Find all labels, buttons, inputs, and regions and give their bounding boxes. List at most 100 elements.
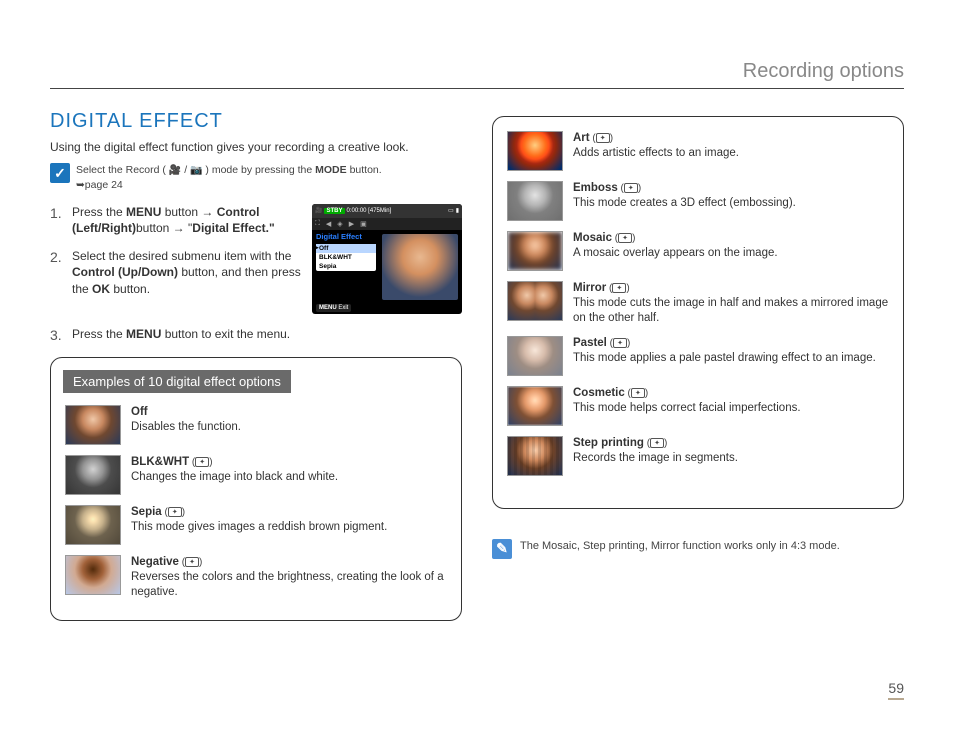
effect-text: Pastel (✦)This mode applies a pale paste… — [573, 336, 889, 366]
tab-icon: ▣ — [360, 220, 367, 228]
mode-word: MODE — [315, 164, 347, 176]
effect-thumbnail — [507, 131, 563, 171]
effect-desc: Adds artistic effects to an image. — [573, 147, 739, 159]
effect-thumbnail — [65, 505, 121, 545]
effect-icon-paren: (✦) — [590, 133, 613, 144]
effect-name: Mirror — [573, 282, 606, 294]
effect-mode-icon: ✦ — [613, 338, 627, 348]
effect-desc: Reverses the colors and the brightness, … — [131, 571, 444, 598]
lcd-tabbar: ⛶ ◀ ◈ ▶ ▣ — [312, 218, 462, 230]
stby-badge: STBY — [324, 208, 344, 214]
effect-pastel: Pastel (✦)This mode applies a pale paste… — [507, 336, 889, 376]
effect-name: Step printing — [573, 437, 644, 449]
effect-icon-paren: (✦) — [618, 183, 641, 194]
effect-mode-icon: ✦ — [185, 557, 199, 567]
examples-header: Examples of 10 digital effect options — [63, 370, 291, 393]
section-title: DIGITAL EFFECT — [50, 110, 462, 133]
effect-text: Art (✦) Adds artistic effects to an image… — [573, 131, 889, 161]
thumb-inner — [66, 506, 120, 544]
step-num: 1. — [50, 204, 64, 223]
lcd-option-bw: BLK&WHT — [316, 253, 376, 262]
tip-text: Select the Record ( 🎥 / 📷 ) mode by pres… — [76, 163, 382, 192]
lcd-statusbar: 🎥 STBY 0:00:00 [475Min] ▭ ▮ — [312, 204, 462, 218]
effect-mosaic: Mosaic (✦)A mosaic overlay appears on th… — [507, 231, 889, 271]
step-3: 3. Press the MENU button to exit the men… — [50, 326, 462, 345]
mirror-half — [535, 282, 562, 320]
tip-after: button. — [350, 164, 382, 176]
effect-mode-icon: ✦ — [596, 133, 610, 143]
effect-desc: Disables the function. — [131, 421, 241, 433]
lcd-screenshot: 🎥 STBY 0:00:00 [475Min] ▭ ▮ ⛶ ◀ ◈ ▶ ▣ — [312, 204, 462, 314]
t: button → — [161, 205, 216, 219]
effect-name: Art — [573, 132, 590, 144]
effect-name: Off — [131, 406, 148, 418]
effect-icon-paren: (✦) — [179, 557, 202, 568]
photo-mode-icon: 📷 — [190, 165, 202, 176]
effect-text: Mosaic (✦)A mosaic overlay appears on th… — [573, 231, 889, 261]
page-number: 59 — [888, 680, 904, 700]
step-num: 2. — [50, 248, 64, 267]
tip-prefix: Select the Record ( — [76, 164, 166, 176]
mirror-half — [508, 282, 535, 320]
exit-label: Exit — [338, 305, 348, 311]
thumb-inner — [508, 337, 562, 375]
thumb-inner — [66, 456, 120, 494]
note-text: The Mosaic, Step printing, Mirror functi… — [520, 539, 840, 554]
step-1: 1. Press the MENU button → Control (Left… — [50, 204, 302, 236]
effect-icon-paren: (✦) — [606, 283, 629, 294]
thumb-inner — [508, 232, 562, 270]
step-text: Press the MENU button → Control (Left/Ri… — [72, 204, 302, 236]
step-text: Press the MENU button to exit the menu. — [72, 326, 462, 342]
effect-text: Cosmetic (✦)This mode helps correct faci… — [573, 386, 889, 416]
footnote: ✎ The Mosaic, Step printing, Mirror func… — [492, 539, 904, 559]
tab-icon: ▶ — [349, 220, 354, 228]
effects-box-right: Art (✦) Adds artistic effects to an image… — [492, 116, 904, 509]
precondition-tip: ✓ Select the Record ( 🎥 / 📷 ) mode by pr… — [50, 163, 462, 192]
lcd-option-sepia: Sepia — [316, 262, 376, 271]
effect-thumbnail — [507, 386, 563, 426]
header-rule — [50, 88, 904, 89]
lcd-exit: MENU Exit — [316, 304, 351, 312]
effect-thumbnail — [507, 436, 563, 476]
effect-sepia: Sepia (✦)This mode gives images a reddis… — [65, 505, 447, 545]
effect-desc: A mosaic overlay appears on the image. — [573, 247, 778, 259]
t: button to exit the menu. — [161, 327, 290, 341]
effect-text: Off Disables the function. — [131, 405, 447, 435]
tab-icon: ⛶ — [315, 220, 320, 228]
effect-name: BLK&WHT — [131, 456, 189, 468]
examples-box: Examples of 10 digital effect options Of… — [50, 357, 462, 621]
effect-text: Sepia (✦)This mode gives images a reddis… — [131, 505, 447, 535]
effect-mode-icon: ✦ — [168, 507, 182, 517]
effect-name: Emboss — [573, 182, 618, 194]
lcd-options: Off BLK&WHT Sepia — [316, 244, 376, 271]
menu-word: MENU — [126, 205, 161, 219]
effect-mode-icon: ✦ — [631, 388, 645, 398]
effect-text: Step printing (✦)Records the image in se… — [573, 436, 889, 466]
effect-thumbnail — [65, 455, 121, 495]
lcd-preview — [382, 234, 458, 300]
thumb-inner — [508, 132, 562, 170]
step-text: Select the desired submenu item with the… — [72, 248, 302, 297]
control-ud: Control (Up/Down) — [72, 265, 178, 279]
video-icon: 🎥 — [315, 207, 322, 214]
effect-thumbnail — [507, 281, 563, 321]
effect-icon-paren: (✦) — [612, 233, 635, 244]
effect-bw: BLK&WHT (✦)Changes the image into black … — [65, 455, 447, 495]
effect-icon-paren: (✦) — [625, 388, 648, 399]
effect-mirror: Mirror (✦)This mode cuts the image in ha… — [507, 281, 889, 326]
check-icon: ✓ — [50, 163, 70, 183]
effect-text: Negative (✦)Reverses the colors and the … — [131, 555, 447, 600]
effect-cosm: Cosmetic (✦)This mode helps correct faci… — [507, 386, 889, 426]
t: Select the desired submenu item with the — [72, 249, 291, 263]
effect-desc: Changes the image into black and white. — [131, 471, 338, 483]
effect-mode-icon: ✦ — [618, 233, 632, 243]
right-column: Art (✦) Adds artistic effects to an image… — [492, 110, 904, 621]
card-icon: ▭ — [448, 207, 454, 214]
digital-effect-word: Digital Effect." — [192, 221, 274, 235]
left-column: DIGITAL EFFECT Using the digital effect … — [50, 110, 462, 621]
tab-icon: ◈ — [337, 220, 342, 228]
effect-desc: This mode applies a pale pastel drawing … — [573, 352, 876, 364]
effect-mode-icon: ✦ — [650, 438, 664, 448]
time-text: 0:00:00 [475Min] — [347, 208, 392, 214]
effect-mode-icon: ✦ — [624, 183, 638, 193]
